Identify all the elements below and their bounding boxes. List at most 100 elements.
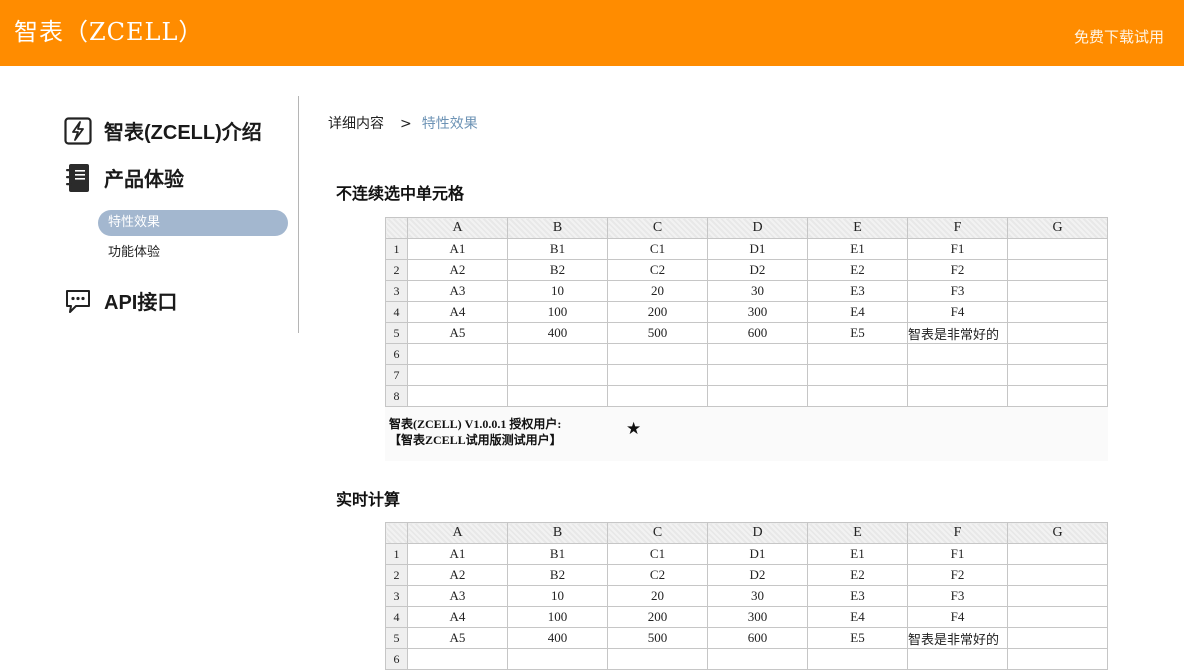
cell[interactable] [1007,606,1108,628]
cell[interactable]: A5 [407,627,508,649]
free-download-link[interactable]: 免费下载试用 [1074,26,1164,47]
cell[interactable] [507,364,608,386]
row-header[interactable]: 5 [385,627,408,649]
cell[interactable]: 20 [607,280,708,302]
brand-logo-text[interactable]: 智表（ZCELL） [14,12,203,47]
row-header[interactable]: 1 [385,543,408,565]
cell[interactable] [907,648,1008,670]
cell[interactable]: 10 [507,280,608,302]
cell[interactable]: C1 [607,238,708,260]
sidebar-item-api[interactable]: API接口 [64,286,177,315]
cell[interactable]: 200 [607,606,708,628]
cell[interactable] [1007,585,1108,607]
cell[interactable] [407,343,508,365]
cell[interactable]: E4 [807,606,908,628]
row-header[interactable]: 3 [385,280,408,302]
cell[interactable]: A1 [407,543,508,565]
cell[interactable]: F2 [907,259,1008,281]
row-header[interactable]: 6 [385,648,408,670]
cell[interactable]: B2 [507,564,608,586]
cell[interactable] [807,343,908,365]
cell[interactable]: 600 [707,627,808,649]
cell[interactable]: F4 [907,606,1008,628]
cell[interactable] [1007,364,1108,386]
cell[interactable]: 20 [607,585,708,607]
cell[interactable]: C1 [607,543,708,565]
column-header[interactable]: B [507,522,608,544]
row-header[interactable]: 5 [385,322,408,344]
sidebar-item-product[interactable]: 产品体验 [64,163,184,192]
cell[interactable]: F1 [907,543,1008,565]
corner-cell[interactable] [385,217,408,239]
cell[interactable] [1007,564,1108,586]
row-header[interactable]: 1 [385,238,408,260]
cell[interactable]: F1 [907,238,1008,260]
column-header[interactable]: F [907,522,1008,544]
cell[interactable] [1007,301,1108,323]
row-header[interactable]: 4 [385,606,408,628]
sidebar-subitem-experience[interactable]: 功能体验 [98,240,288,266]
cell[interactable] [607,364,708,386]
column-header[interactable]: C [607,522,708,544]
cell[interactable]: B2 [507,259,608,281]
spreadsheet-grid[interactable]: A B C D E F G 1 A1 B1 C1 D1 E1 F1 2 A2 B2 C2 D2 E2 F2 3 A3 10 20… [385,522,1108,670]
cell[interactable] [607,343,708,365]
row-header[interactable]: 2 [385,259,408,281]
cell[interactable] [407,648,508,670]
column-header[interactable]: D [707,522,808,544]
cell[interactable] [907,385,1008,407]
cell[interactable]: 100 [507,301,608,323]
cell[interactable]: 10 [507,585,608,607]
row-header[interactable]: 6 [385,343,408,365]
spreadsheet-grid[interactable]: A B C D E F G 1 A1 B1 C1 D1 E1 F1 2 A2 B2 C2 D2 E2 F2 3 A3 10 20… [385,217,1108,407]
row-header[interactable]: 2 [385,564,408,586]
cell[interactable]: C2 [607,564,708,586]
cell[interactable]: 30 [707,280,808,302]
row-header[interactable]: 4 [385,301,408,323]
cell[interactable]: A1 [407,238,508,260]
cell[interactable]: E5 [807,627,908,649]
cell[interactable] [707,385,808,407]
cell[interactable]: B1 [507,238,608,260]
column-header[interactable]: E [807,522,908,544]
cell[interactable] [1007,259,1108,281]
cell[interactable] [907,343,1008,365]
cell[interactable]: A4 [407,301,508,323]
cell[interactable]: E3 [807,280,908,302]
column-header[interactable]: B [507,217,608,239]
cell[interactable] [1007,385,1108,407]
cell[interactable] [807,385,908,407]
row-header[interactable]: 7 [385,364,408,386]
cell[interactable]: 200 [607,301,708,323]
cell[interactable]: E4 [807,301,908,323]
column-header[interactable]: G [1007,217,1108,239]
cell[interactable] [707,343,808,365]
cell[interactable]: A4 [407,606,508,628]
cell[interactable]: 30 [707,585,808,607]
cell[interactable]: E1 [807,238,908,260]
cell[interactable] [1007,543,1108,565]
cell[interactable] [607,385,708,407]
cell[interactable]: 500 [607,627,708,649]
cell[interactable]: 300 [707,301,808,323]
cell[interactable]: A3 [407,585,508,607]
cell[interactable] [607,648,708,670]
cell[interactable]: F3 [907,585,1008,607]
cell[interactable] [1007,280,1108,302]
cell[interactable]: 500 [607,322,708,344]
cell[interactable]: F2 [907,564,1008,586]
cell[interactable]: F4 [907,301,1008,323]
cell[interactable]: E5 [807,322,908,344]
cell[interactable] [807,364,908,386]
column-header[interactable]: E [807,217,908,239]
cell[interactable]: 300 [707,606,808,628]
cell[interactable]: F3 [907,280,1008,302]
cell[interactable]: E2 [807,259,908,281]
cell[interactable]: A3 [407,280,508,302]
breadcrumb-current[interactable]: 特性效果 [422,116,478,132]
cell[interactable]: D1 [707,543,808,565]
cell[interactable]: 智表是非常好的 [907,627,1008,649]
cell[interactable] [407,364,508,386]
cell[interactable] [507,648,608,670]
sidebar-subitem-features[interactable]: 特性效果 [98,210,288,236]
